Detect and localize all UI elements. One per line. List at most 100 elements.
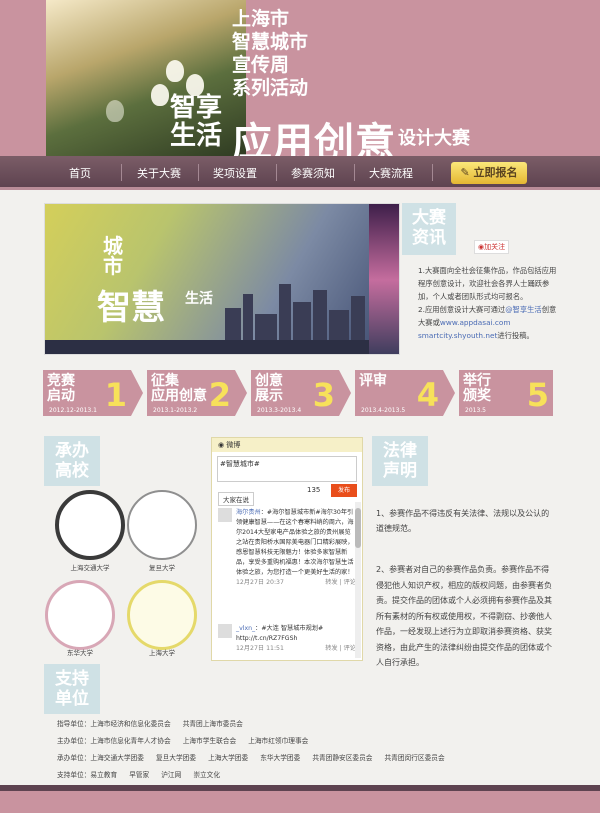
pencil-icon: ✎ <box>460 166 474 179</box>
weibo-post: 海尔贵州：#海尔智慧城市新#海尔30年引领健康智慧——在这个春寒料峭的周六，海尔… <box>218 508 356 588</box>
news-title: 大赛 资讯 <box>402 203 456 255</box>
step-number: 1 <box>104 376 127 414</box>
logo-caption: 复旦大学 <box>149 564 175 572</box>
step-arrow-icon <box>235 370 247 416</box>
step-date: 2013.1-2013.2 <box>153 407 198 414</box>
process-steps: 竞赛 启动 2012.12-2013.1 1 征集 应用创意 2013.1-20… <box>43 370 557 416</box>
avatar <box>218 508 232 522</box>
step-title: 评审 <box>359 373 387 389</box>
nav-home[interactable]: 首页 <box>45 165 115 181</box>
step-5: 举行 颁奖 2013.5 5 <box>459 370 553 416</box>
weibo-post-text: ：#海尔智慧城市新#海尔30年引领健康智慧——在这个春寒料峭的周六，海尔2014… <box>236 509 354 576</box>
follow-button[interactable]: ◉加关注 <box>474 240 510 254</box>
step-arrow-icon <box>131 370 143 416</box>
org-name: 上海大学团委 <box>208 754 249 762</box>
step-date: 2013.5 <box>465 407 486 414</box>
nav-about[interactable]: 关于大赛 <box>124 165 194 181</box>
step-title: 创意 展示 <box>255 373 283 404</box>
news-link-appdasai[interactable]: www.appdasai.com <box>440 318 511 327</box>
weibo-tab[interactable]: 大家在说 <box>218 492 254 506</box>
hosts-title: 承办 高校 <box>44 436 100 486</box>
weibo-header-label: 微博 <box>226 441 241 449</box>
avatar <box>218 624 232 638</box>
support-title: 支持 单位 <box>44 664 100 714</box>
weibo-scroll-thumb[interactable] <box>355 508 361 548</box>
news-link-weibo[interactable]: @智享生活 <box>505 305 541 314</box>
weibo-post-meta: 12月27日 20:37 转发 | 评论 <box>236 578 356 588</box>
step-date: 2012.12-2013.1 <box>49 407 97 414</box>
org-name: 上海市红领巾理事会 <box>248 737 309 745</box>
legal-item-1: 1、参赛作品不得违反有关法律、法规以及公认的道德规范。 <box>376 508 550 534</box>
footer-bar <box>0 785 600 813</box>
org-name: 沪江网 <box>161 771 182 779</box>
news-content: 1.大赛面向全社会征集作品，作品包括应用程序创意设计，欢迎社会各界人士踊跃参加，… <box>418 264 558 342</box>
legal-title: 法律 声明 <box>372 436 428 486</box>
org-name: 共青团上海市委员会 <box>182 720 243 728</box>
hero-strip <box>369 204 399 354</box>
step-title: 征集 应用创意 <box>151 373 207 404</box>
org-name: 指导单位：上海市经济和信息化委员会 <box>57 720 171 728</box>
follow-label: 加关注 <box>484 243 506 251</box>
logo-caption: 上海大学 <box>149 649 175 657</box>
logo-caption: 上海交通大学 <box>70 564 110 572</box>
org-name: 崇立文化 <box>193 771 221 779</box>
org-name: 支持单位：易立教育 <box>57 771 118 779</box>
weibo-post-body: 海尔贵州：#海尔智慧城市新#海尔30年引领健康智慧——在这个春寒料峭的周六，海尔… <box>236 508 356 578</box>
legal-item-2: 2、参赛者对自己的参赛作品负责。参赛作品不得侵犯他人知识产权，相应的版权问题，由… <box>376 565 552 667</box>
news-link-smartcity[interactable]: smartcity.shyouth.net <box>418 331 497 340</box>
nav-process[interactable]: 大赛流程 <box>356 165 426 181</box>
banner-left-title: 智享 生活 <box>170 93 223 151</box>
nav-divider <box>432 164 433 181</box>
legal-text: 1、参赛作品不得违反有关法律、法规以及公认的道德规范。 2、参赛者对自己的参赛作… <box>376 490 556 686</box>
step-number: 3 <box>312 376 335 414</box>
weibo-post-actions[interactable]: 转发 | 评论 <box>325 644 356 654</box>
step-4: 评审 2013.4-2013.5 4 <box>355 370 443 416</box>
weibo-send-button[interactable]: 发布 <box>331 484 357 497</box>
hero-text-smart: 智慧 <box>97 288 165 328</box>
news-item-1: 1.大赛面向全社会征集作品，作品包括应用程序创意设计，欢迎社会各界人士踊跃参加，… <box>418 266 557 301</box>
hero-text-life: 生活 <box>185 291 213 307</box>
step-date: 2013.3-2013.4 <box>257 407 302 414</box>
nav-divider <box>121 164 122 181</box>
banner-tail-title: 设计大赛 <box>398 128 470 149</box>
weibo-post-time: 12月27日 11:51 <box>236 645 284 652</box>
weibo-post-body: _vlxn_：#大连 智慧城市规划# http://t.cn/RZ7FGSh <box>236 624 356 644</box>
banner-subtitle: 上海市 智慧城市 宣传周 系列活动 <box>232 8 309 99</box>
orgs-row: 承办单位：上海交通大学团委 复旦大学团委 上海大学团委 东华大学团委 共青团静安区委员会… <box>57 750 457 767</box>
weibo-post-meta: 12月27日 11:51 转发 | 评论 <box>236 644 356 654</box>
org-name: 主办单位：上海市信息化青年人才协会 <box>57 737 171 745</box>
logo-caption: 东华大学 <box>67 649 93 657</box>
fudan-logo <box>127 490 197 560</box>
org-name: 早管家 <box>129 771 150 779</box>
register-button[interactable]: ✎ 立即报名 <box>451 162 527 184</box>
weibo-post-user[interactable]: 海尔贵州 <box>236 509 261 516</box>
org-name: 东华大学团委 <box>260 754 301 762</box>
weibo-post-user[interactable]: _vlxn_ <box>236 625 255 632</box>
nav-divider <box>276 164 277 181</box>
weibo-post-actions[interactable]: 转发 | 评论 <box>325 578 356 588</box>
step-number: 2 <box>208 376 231 414</box>
shu-logo <box>127 580 197 650</box>
donghua-logo <box>45 580 115 650</box>
main-nav: 首页 关于大赛 奖项设置 参赛须知 大赛流程 ✎ 立即报名 <box>0 156 600 190</box>
news-item-2: 2.应用创意设计大赛可通过@智享生活创意大赛或www.appdasai.com s… <box>418 303 558 342</box>
nav-rules[interactable]: 参赛须知 <box>278 165 348 181</box>
weibo-char-count: 135 <box>307 486 321 494</box>
weibo-post-time: 12月27日 20:37 <box>236 579 284 586</box>
step-title: 竞赛 启动 <box>47 373 75 404</box>
news-item-2-suffix: 进行投稿。 <box>497 331 534 340</box>
header-banner: 上海市 智慧城市 宣传周 系列活动 智享 生活 应用创意 设计大赛 <box>0 0 600 166</box>
step-arrow-icon <box>339 370 351 416</box>
step-number: 4 <box>416 376 439 414</box>
hero-text-city: 城市 <box>103 234 123 278</box>
step-2: 征集 应用创意 2013.1-2013.2 2 <box>147 370 235 416</box>
weibo-header: ◉ 微博 <box>212 438 362 452</box>
nav-awards[interactable]: 奖项设置 <box>200 165 270 181</box>
org-name: 共青团闵行区委员会 <box>384 754 445 762</box>
weibo-widget: ◉ 微博 #智慧城市# 135 发布 大家在说 海尔贵州：#海尔智慧城市新#海尔… <box>211 437 363 661</box>
step-arrow-icon <box>443 370 455 416</box>
weibo-input[interactable]: #智慧城市# <box>217 456 357 482</box>
register-label: 立即报名 <box>473 166 518 179</box>
org-name: 共青团静安区委员会 <box>312 754 373 762</box>
org-name: 上海市学生联合会 <box>182 737 237 745</box>
